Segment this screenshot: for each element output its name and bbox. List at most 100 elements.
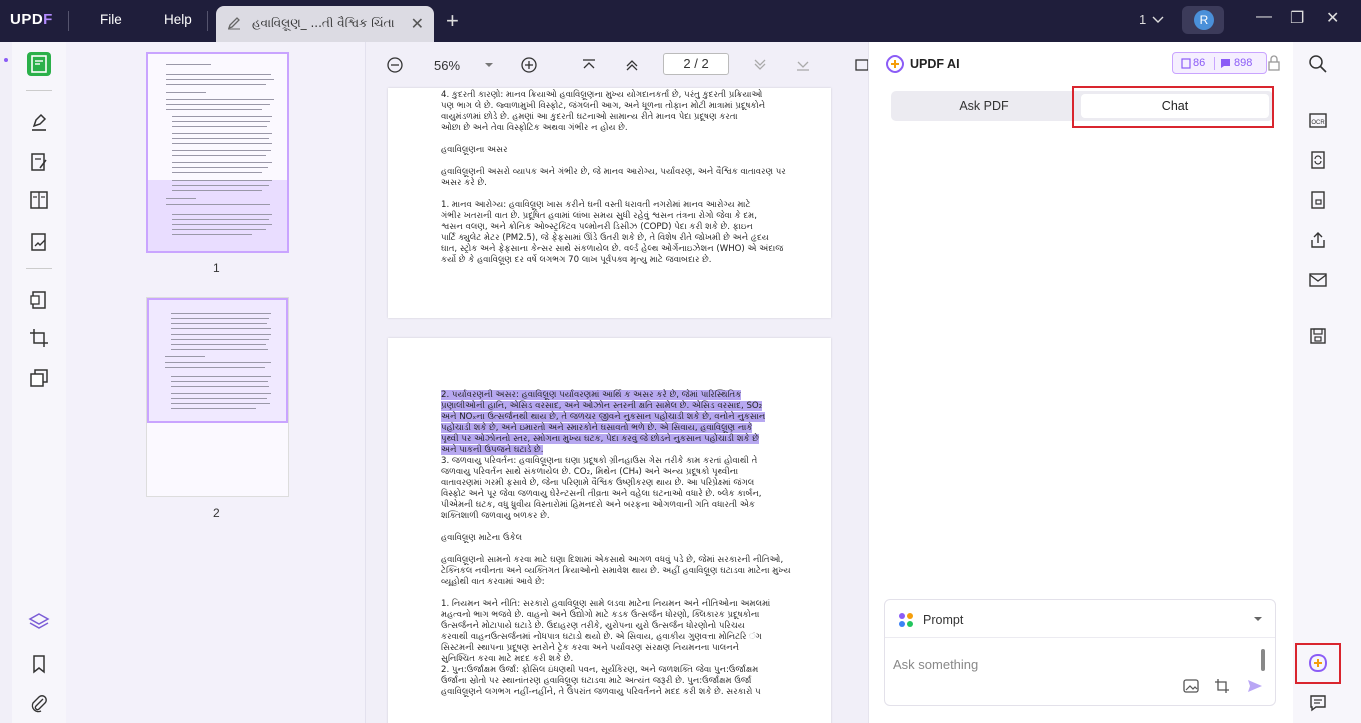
page-number-input[interactable]: 2 / 2 bbox=[663, 53, 729, 75]
window-count[interactable]: 1 bbox=[1139, 12, 1146, 27]
thumbnail-selection bbox=[147, 298, 288, 423]
document-text-line: સિસ્ટમની સ્થાપના પ્રદૂષણ સ્તરોને ટ્રેક ક… bbox=[441, 643, 740, 653]
batch-tool-button[interactable] bbox=[27, 366, 51, 390]
share-button[interactable] bbox=[1308, 230, 1328, 250]
screenshot-crop-icon[interactable] bbox=[1214, 678, 1230, 694]
organize-pages-icon bbox=[30, 191, 48, 209]
page-number-label: 2 bbox=[213, 506, 220, 520]
document-text-line: 1. માનવ આરોગ્ય: હવાવિલ્રૂણ ખાસ કરીને ઘની… bbox=[441, 200, 751, 210]
menu-file[interactable]: File bbox=[100, 12, 122, 27]
document-text-line bbox=[441, 134, 786, 145]
new-tab-button[interactable]: + bbox=[446, 8, 459, 34]
document-text-line: પૃથ્વી પર ઓઝોનનો સ્તર, સ્મોગના મુખ્ય ઘટક… bbox=[441, 434, 759, 444]
zoom-dropdown-icon[interactable] bbox=[484, 60, 494, 70]
document-credit-icon bbox=[1181, 58, 1191, 69]
minimize-button[interactable]: — bbox=[1256, 8, 1272, 26]
document-text-line: વાયુમંડળમાં છોડે છે. હમણાં આ કુદરતી ઘટના… bbox=[441, 112, 738, 122]
previous-page-icon[interactable] bbox=[623, 56, 641, 74]
close-tab-icon[interactable]: ✕ bbox=[411, 14, 424, 34]
page-thumbnail-2[interactable] bbox=[146, 297, 289, 497]
protect-button[interactable] bbox=[1308, 190, 1328, 210]
page-organize-button[interactable] bbox=[27, 188, 51, 212]
title-divider bbox=[207, 11, 208, 31]
first-page-icon[interactable] bbox=[580, 56, 598, 74]
layers-button[interactable] bbox=[27, 610, 51, 634]
document-text-line: કરવાથી વાહનઉત્સર્જનમાં નોંધપાત્ર ઘટાડો થ… bbox=[441, 632, 762, 642]
email-button[interactable] bbox=[1308, 270, 1328, 290]
ai-credits-badge[interactable]: 86 898 bbox=[1172, 52, 1267, 74]
chat-input-box: Prompt bbox=[884, 599, 1276, 706]
file-lock-icon bbox=[1311, 191, 1325, 209]
save-button[interactable] bbox=[1308, 326, 1328, 346]
document-text-line: હવાવિલ્રૂણના અસર bbox=[441, 145, 508, 155]
zoom-in-icon[interactable] bbox=[520, 56, 538, 74]
form-tool-button[interactable] bbox=[27, 230, 51, 254]
document-text-line: હવાવિલ્રૂણની અસરો વ્યાપક અને ગંભીર છે, જ… bbox=[441, 167, 786, 177]
document-text-line: શક્તિશાળી જળવાયુ બળકર છે. bbox=[441, 511, 550, 521]
page-2-highlighted-text: 2. પર્યાવરણની અસર: હવાવિલ્રૂણ પર્યાવરણમા… bbox=[441, 390, 766, 456]
document-text-line: શ્વસન વલણ, અને ક્રોનિક ઓબ્સ્ટ્રક્ટિવ પલ્… bbox=[441, 222, 753, 232]
input-scrollbar[interactable] bbox=[1261, 649, 1265, 671]
comment-tool-button[interactable] bbox=[27, 110, 51, 134]
layers-icon bbox=[28, 613, 50, 629]
image-icon[interactable] bbox=[1183, 678, 1199, 694]
document-text-line: ઘાત, સ્ટ્રોક અને ફેફસાના કેન્સર સાથે સંક… bbox=[441, 244, 784, 254]
convert-pdf-button[interactable] bbox=[27, 288, 51, 312]
page-2-text: 3. જળવાયુ પરિવર્તન: હવાવિલ્રૂણના ઘણા પ્ર… bbox=[441, 456, 791, 698]
ai-panel-title: UPDF AI bbox=[910, 57, 960, 71]
document-text-line: અને NOₓના ઉત્સર્જનથી થાય છે, તે જળચર જીવ… bbox=[441, 412, 766, 422]
send-icon[interactable] bbox=[1247, 678, 1263, 694]
document-text-line: 2. પુન:ઉર્જાક્ષમ ઉર્જા: ફોસિલ ઇંધણથી પવન… bbox=[441, 665, 759, 675]
pdf-page-1: 4. કુદરતી કારણો: માનવ ક્રિયાઓ હવાવિલ્રૂણ… bbox=[388, 88, 831, 318]
document-text-line: કર્યો છે કે હવાવિલ્રૂણ દર વર્ષે લગભગ 70 … bbox=[441, 255, 712, 265]
avatar: R bbox=[1194, 10, 1214, 30]
next-page-icon[interactable] bbox=[751, 56, 769, 74]
annotation-highlight-box bbox=[1295, 643, 1341, 684]
zoom-out-icon[interactable] bbox=[386, 56, 404, 74]
document-tab[interactable]: હવાવિલ્રૂણ_ ...તી વૈશ્વિક ચિંતા ✕ bbox=[216, 6, 434, 42]
pdf-page-2: 2. પર્યાવરણની અસર: હવાવિલ્રૂણ પર્યાવરણમા… bbox=[388, 338, 831, 723]
annotation-highlight-box bbox=[1072, 86, 1274, 128]
document-text-line: પીએમની ઘટક, વધુ ધ્રુવીય વિસ્તારોમાં હિમન… bbox=[441, 500, 755, 510]
attachment-button[interactable] bbox=[27, 692, 51, 716]
edit-pen-icon bbox=[227, 17, 240, 30]
last-page-icon[interactable] bbox=[794, 56, 812, 74]
ocr-button[interactable]: OCR bbox=[1308, 110, 1328, 130]
bookmark-icon bbox=[33, 655, 45, 674]
crop-tool-button[interactable] bbox=[27, 326, 51, 350]
svg-text:OCR: OCR bbox=[1311, 120, 1325, 126]
maximize-button[interactable]: ❐ bbox=[1290, 8, 1304, 28]
convert-icon bbox=[30, 291, 46, 309]
page-number-label: 1 bbox=[213, 261, 220, 275]
bookmark-button[interactable] bbox=[27, 652, 51, 676]
zoom-level[interactable]: 56% bbox=[434, 58, 460, 73]
save-icon bbox=[1310, 328, 1326, 344]
ask-input[interactable] bbox=[893, 653, 1253, 675]
document-text-line bbox=[441, 544, 791, 555]
convert-button[interactable] bbox=[1308, 150, 1328, 170]
menu-help[interactable]: Help bbox=[164, 12, 192, 27]
comments-button[interactable] bbox=[1308, 693, 1328, 713]
chevron-down-icon[interactable] bbox=[1152, 14, 1164, 26]
document-tab-title: હવાવિલ્રૂણ_ ...તી વૈશ્વિક ચિંતા bbox=[252, 16, 395, 30]
form-icon bbox=[31, 233, 46, 251]
page-thumbnail-1[interactable] bbox=[146, 52, 289, 253]
rail-divider bbox=[26, 268, 52, 269]
prompt-selector[interactable]: Prompt bbox=[885, 600, 1275, 638]
ocr-icon: OCR bbox=[1309, 113, 1327, 128]
thumbnail-panel: 1 2 bbox=[66, 42, 366, 723]
document-text-line: મહત્વનો ભાગ ભજવે છે. વાહનો અને ઉદ્યોગો મ… bbox=[441, 610, 760, 620]
reader-mode-button[interactable] bbox=[27, 52, 51, 76]
edit-pdf-button[interactable] bbox=[27, 150, 51, 174]
document-text-line: પ્રણાલીઓની હાનિ, એસિડ વરસાદ, અને ઓઝોન સ્… bbox=[441, 401, 763, 411]
lock-icon[interactable] bbox=[1267, 54, 1281, 72]
document-text-line: જળવાયુ પરિવર્તન સાથે સંકળાયેલ છે. CO₂, મ… bbox=[441, 467, 739, 477]
close-window-button[interactable]: ✕ bbox=[1326, 8, 1339, 28]
prompt-grid-icon bbox=[899, 613, 913, 627]
layers-copy-icon bbox=[30, 369, 48, 387]
presentation-icon[interactable] bbox=[855, 56, 868, 74]
tab-ask-pdf[interactable]: Ask PDF bbox=[891, 91, 1077, 121]
user-avatar-button[interactable]: R bbox=[1182, 6, 1224, 34]
document-text-line: અને પાકની ઉપજને ઘટાડે છે. bbox=[441, 445, 544, 455]
search-button[interactable] bbox=[1308, 54, 1328, 74]
